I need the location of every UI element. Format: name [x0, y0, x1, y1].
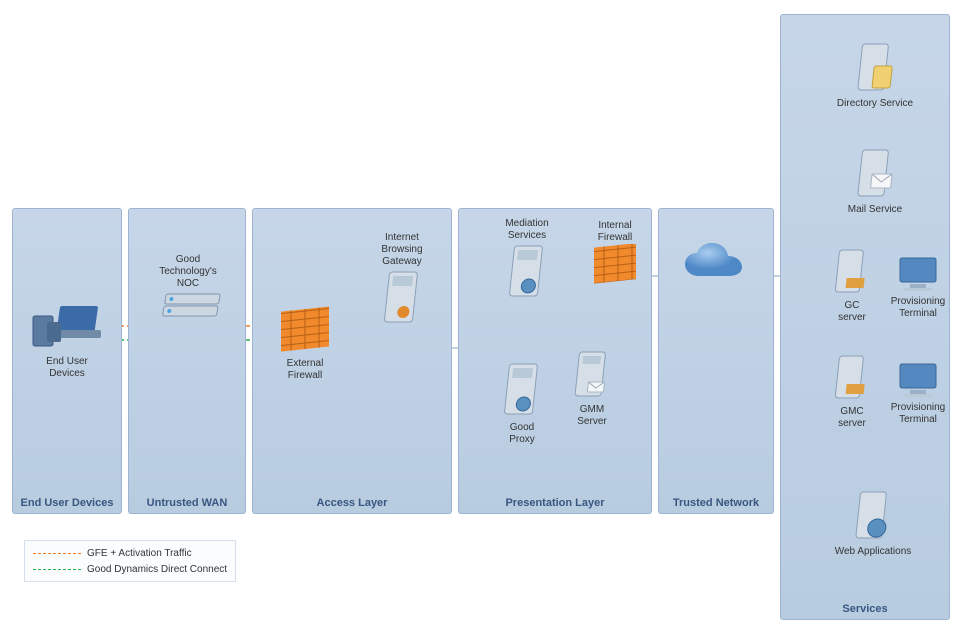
cloud-icon [681, 240, 751, 290]
tower-server-icon [853, 40, 897, 96]
node-gmc-server: GMC server [820, 352, 884, 430]
node-end-user-devices: End User Devices [22, 300, 112, 380]
node-provisioning-terminal-1: Provisioning Terminal [886, 254, 950, 320]
zone-title: Untrusted WAN [129, 497, 245, 509]
node-cloud [676, 240, 756, 290]
tower-server-icon [500, 360, 544, 420]
node-label: Internal Firewall [582, 220, 648, 244]
tower-server-icon [572, 348, 612, 402]
monitor-icon [896, 254, 940, 294]
zone-title: Access Layer [253, 497, 451, 509]
node-label: Provisioning Terminal [886, 296, 950, 320]
node-internet-browsing-gateway: Internet Browsing Gateway [360, 230, 444, 328]
node-label: Good Proxy [490, 422, 554, 446]
node-gmm-server: GMM Server [562, 348, 622, 428]
tower-server-icon [853, 146, 897, 202]
tower-server-icon [851, 488, 895, 544]
node-directory-service: Directory Service [820, 40, 930, 110]
legend-row-gfe: GFE + Activation Traffic [33, 545, 227, 561]
node-good-proxy: Good Proxy [490, 360, 554, 446]
node-label: Web Applications [816, 546, 930, 558]
node-label: GMC server [820, 406, 884, 430]
tower-server-icon [380, 268, 424, 328]
node-label: External Firewall [270, 358, 340, 382]
zone-title: Services [781, 603, 949, 615]
node-mediation-services: Mediation Services [490, 216, 564, 302]
legend-line-green-icon [33, 569, 81, 570]
legend-label: GFE + Activation Traffic [87, 548, 192, 559]
legend-label: Good Dynamics Direct Connect [87, 564, 227, 575]
node-provisioning-terminal-2: Provisioning Terminal [886, 360, 950, 426]
node-web-applications: Web Applications [816, 488, 930, 558]
devices-icon [31, 300, 103, 354]
node-label: Directory Service [820, 98, 930, 110]
node-mail-service: Mail Service [820, 146, 930, 216]
tower-server-icon [505, 242, 549, 302]
node-label: Provisioning Terminal [886, 402, 950, 426]
node-label: GC server [820, 300, 884, 324]
zone-title: Presentation Layer [459, 497, 651, 509]
zone-title: End User Devices [13, 497, 121, 509]
node-external-firewall: External Firewall [270, 306, 340, 382]
firewall-icon [590, 244, 640, 290]
node-label: Mediation Services [490, 218, 564, 242]
zone-title: Trusted Network [659, 497, 773, 509]
tower-server-icon [832, 352, 872, 404]
monitor-icon [896, 360, 940, 400]
tower-server-icon [832, 246, 872, 298]
firewall-icon [277, 306, 333, 356]
node-internal-firewall: Internal Firewall [582, 218, 648, 290]
node-label: Good Technology's NOC [144, 254, 232, 290]
node-label: GMM Server [562, 404, 622, 428]
rack-server-icon [153, 290, 223, 326]
legend-line-orange-icon [33, 553, 81, 554]
node-label: End User Devices [22, 356, 112, 380]
legend-row-gddc: Good Dynamics Direct Connect [33, 561, 227, 577]
node-gc-server: GC server [820, 246, 884, 324]
legend: GFE + Activation Traffic Good Dynamics D… [24, 540, 236, 582]
node-noc: Good Technology's NOC [144, 252, 232, 326]
node-label: Internet Browsing Gateway [360, 232, 444, 268]
node-label: Mail Service [820, 204, 930, 216]
